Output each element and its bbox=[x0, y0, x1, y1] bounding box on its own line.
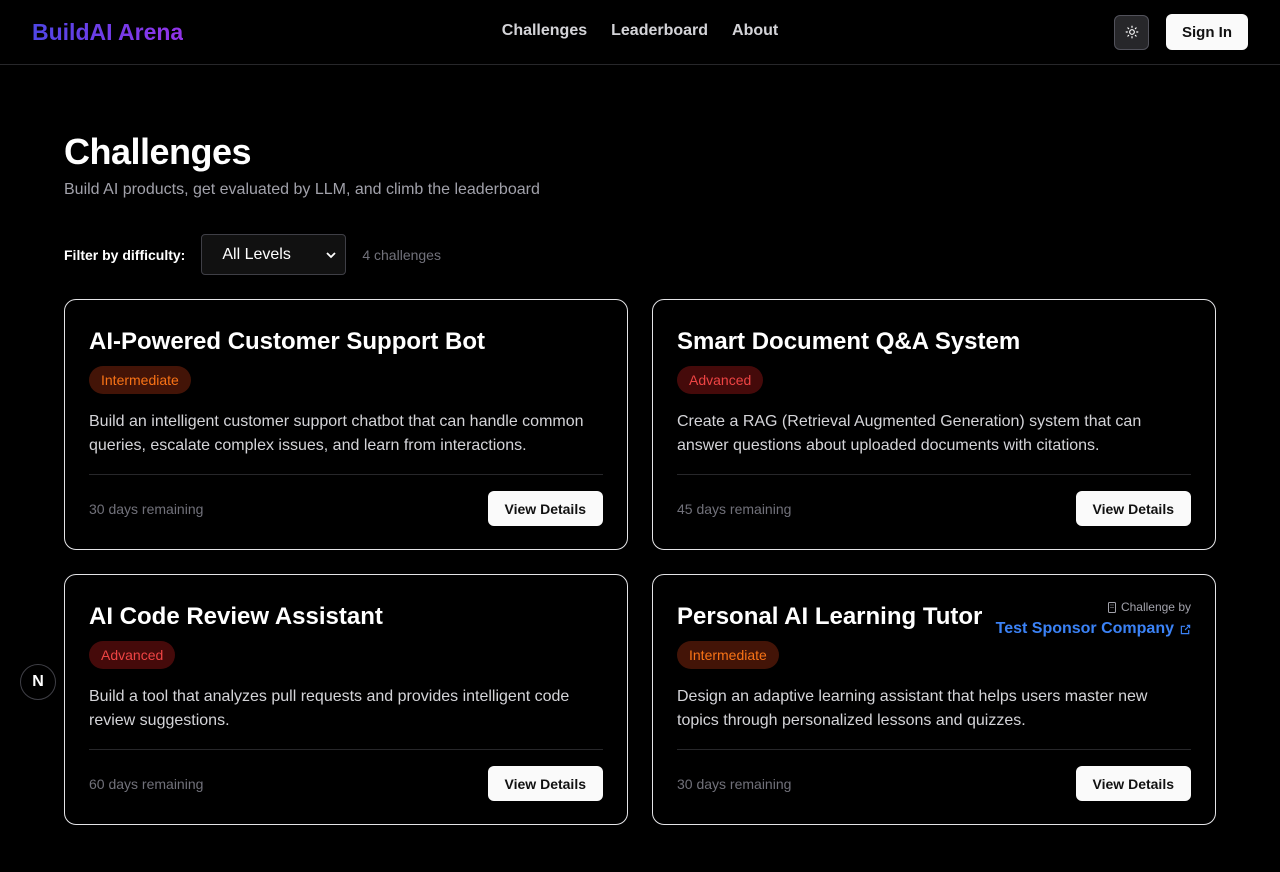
card-divider bbox=[677, 749, 1191, 750]
sponsor-label: Challenge by bbox=[1120, 600, 1191, 614]
sponsor-info: Challenge by Test Sponsor Company bbox=[996, 600, 1191, 638]
card-footer: 30 days remaining View Details bbox=[89, 491, 603, 526]
nextjs-dev-badge[interactable]: N bbox=[20, 664, 56, 700]
main-nav: Challenges Leaderboard About bbox=[502, 22, 778, 40]
view-details-button[interactable]: View Details bbox=[1075, 491, 1191, 526]
nav-challenges[interactable]: Challenges bbox=[502, 22, 587, 40]
days-remaining: 60 days remaining bbox=[89, 775, 204, 792]
days-remaining: 30 days remaining bbox=[677, 775, 792, 792]
top-navbar: BuildAI Arena Challenges Leaderboard Abo… bbox=[0, 0, 1280, 65]
sun-icon bbox=[1125, 25, 1138, 39]
filter-label: Filter by difficulty: bbox=[64, 246, 186, 263]
external-link-icon bbox=[1180, 624, 1191, 634]
main-content: Challenges Build AI products, get evalua… bbox=[0, 65, 1280, 825]
difficulty-select[interactable]: All Levels bbox=[201, 234, 347, 275]
challenge-description: Build a tool that analyzes pull requests… bbox=[89, 688, 570, 729]
theme-toggle-button[interactable] bbox=[1114, 14, 1149, 50]
sponsor-label-row: Challenge by bbox=[996, 600, 1191, 614]
card-divider bbox=[89, 749, 603, 750]
brand-logo[interactable]: BuildAI Arena bbox=[32, 19, 183, 46]
difficulty-badge: Advanced bbox=[89, 641, 176, 669]
nextjs-logo-icon: N bbox=[32, 673, 44, 690]
challenge-count: 4 challenges bbox=[362, 246, 441, 263]
difficulty-badge: Advanced bbox=[677, 366, 764, 394]
view-details-button[interactable]: View Details bbox=[1075, 766, 1191, 801]
nav-about[interactable]: About bbox=[732, 22, 778, 40]
challenge-card: AI-Powered Customer Support Bot Intermed… bbox=[64, 299, 628, 550]
page-subtitle: Build AI products, get evaluated by LLM,… bbox=[64, 181, 540, 198]
challenge-card: Personal AI Learning Tutor Challenge by … bbox=[652, 574, 1216, 825]
card-divider bbox=[89, 474, 603, 475]
card-divider bbox=[677, 474, 1191, 475]
sponsor-name: Test Sponsor Company bbox=[995, 620, 1174, 637]
view-details-button[interactable]: View Details bbox=[487, 766, 603, 801]
sponsor-link[interactable]: Test Sponsor Company bbox=[996, 620, 1191, 638]
difficulty-badge: Intermediate bbox=[677, 641, 779, 669]
difficulty-select-value: All Levels bbox=[222, 245, 291, 263]
challenge-card: Smart Document Q&A System Advanced Creat… bbox=[652, 299, 1216, 550]
challenge-title[interactable]: Smart Document Q&A System bbox=[677, 324, 1191, 360]
chevron-down-icon bbox=[326, 251, 336, 258]
card-footer: 60 days remaining View Details bbox=[89, 766, 603, 801]
view-details-button[interactable]: View Details bbox=[487, 491, 603, 526]
challenge-title[interactable]: AI-Powered Customer Support Bot bbox=[89, 324, 603, 360]
challenge-description: Create a RAG (Retrieval Augmented Genera… bbox=[677, 413, 1142, 454]
card-footer: 30 days remaining View Details bbox=[677, 766, 1191, 801]
header-actions: Sign In bbox=[1114, 14, 1248, 50]
difficulty-badge: Intermediate bbox=[89, 366, 191, 394]
challenge-grid: AI-Powered Customer Support Bot Intermed… bbox=[64, 299, 1216, 825]
challenge-description: Build an intelligent customer support ch… bbox=[89, 413, 584, 454]
filter-bar: Filter by difficulty: All Levels 4 chall… bbox=[64, 234, 1216, 275]
challenge-card: AI Code Review Assistant Advanced Build … bbox=[64, 574, 628, 825]
days-remaining: 30 days remaining bbox=[89, 500, 204, 517]
days-remaining: 45 days remaining bbox=[677, 500, 792, 517]
card-footer: 45 days remaining View Details bbox=[677, 491, 1191, 526]
building-icon bbox=[1107, 601, 1116, 613]
nav-leaderboard[interactable]: Leaderboard bbox=[611, 22, 708, 40]
page-title: Challenges bbox=[64, 131, 252, 172]
challenge-title[interactable]: AI Code Review Assistant bbox=[89, 599, 603, 635]
challenge-description: Design an adaptive learning assistant th… bbox=[677, 688, 1148, 729]
sign-in-button[interactable]: Sign In bbox=[1166, 14, 1248, 50]
